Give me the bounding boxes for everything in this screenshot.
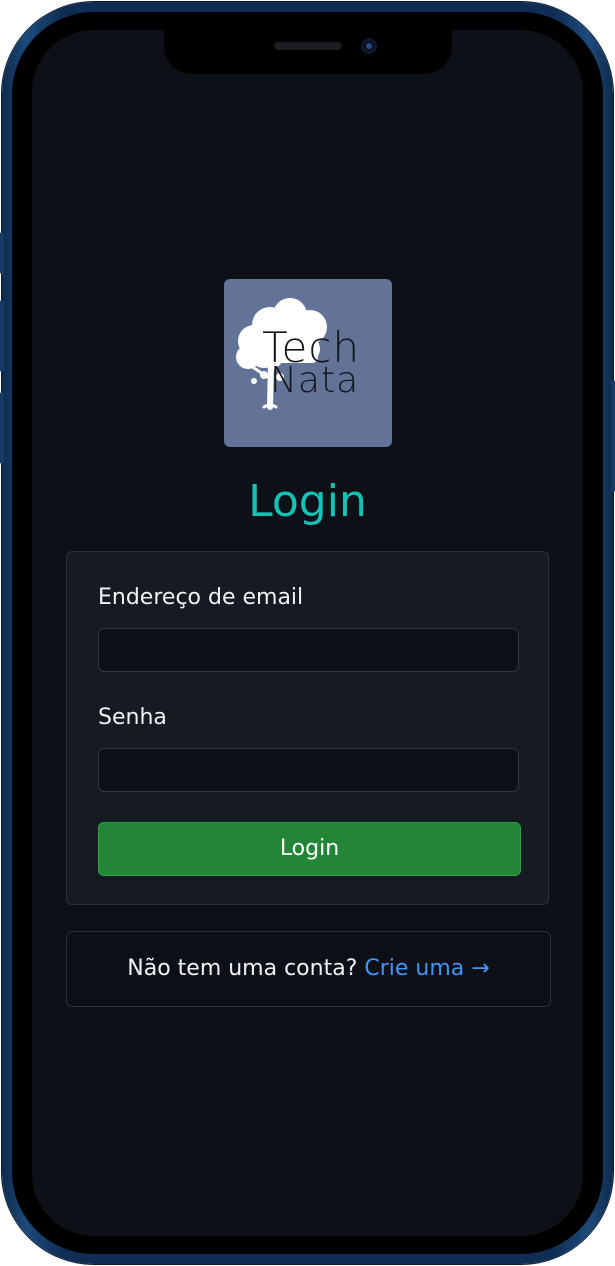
login-form-card: Endereço de email Senha Login	[66, 551, 549, 905]
phone-volume-up-button	[0, 300, 4, 372]
email-label: Endereço de email	[98, 585, 304, 610]
login-button[interactable]: Login	[98, 822, 521, 876]
password-label: Senha	[98, 705, 167, 730]
camera-icon	[361, 38, 377, 54]
logo-text-line2: Nata	[270, 360, 360, 401]
phone-power-button	[611, 380, 615, 492]
signup-prompt: Não tem uma conta?	[127, 956, 358, 981]
signup-callout: Não tem uma conta? Crie uma →	[66, 931, 551, 1007]
speaker-grille	[274, 42, 342, 50]
phone-side-button	[0, 232, 4, 274]
app-logo: Tech Nata	[224, 279, 392, 447]
create-account-link[interactable]: Crie uma →	[364, 956, 489, 981]
password-field[interactable]	[98, 748, 519, 792]
email-field[interactable]	[98, 628, 519, 672]
page-title: Login	[248, 476, 367, 527]
phone-screen: Tech Nata Login Endereço de email Senha …	[32, 30, 583, 1236]
notch	[164, 30, 452, 74]
phone-volume-down-button	[0, 392, 4, 464]
